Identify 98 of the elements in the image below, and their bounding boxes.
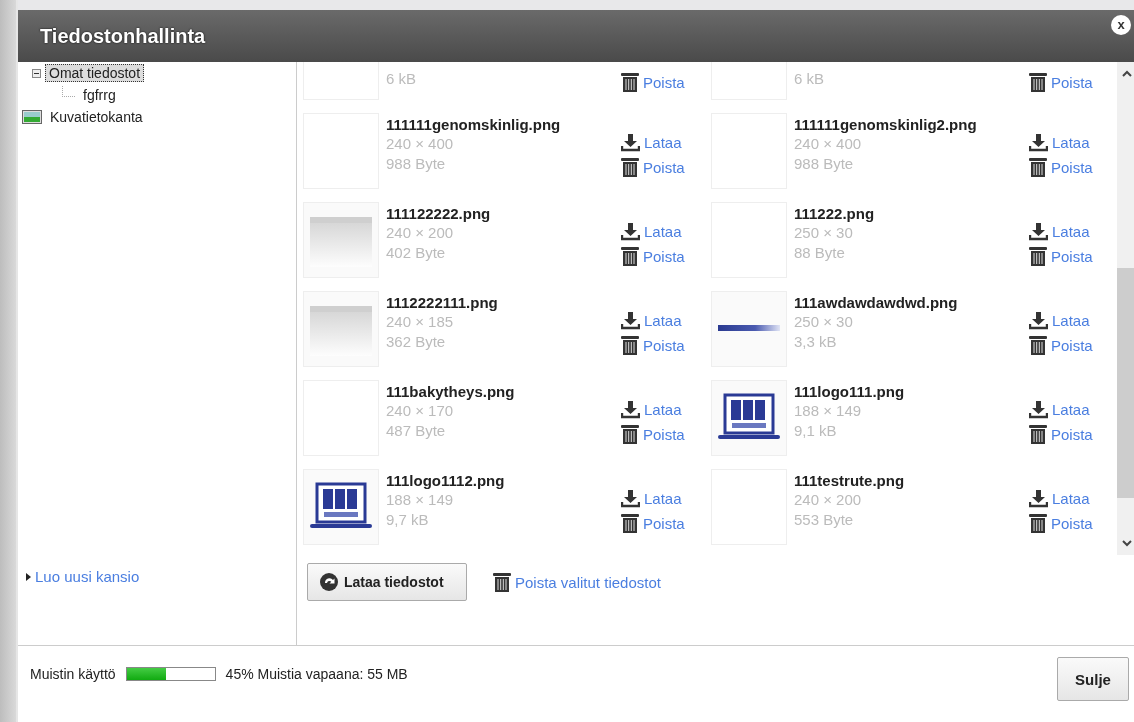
file-size: 6 kB: [386, 68, 417, 88]
download-icon: [621, 311, 640, 330]
file-size: 553 Byte: [794, 509, 855, 529]
thumbnail[interactable]: [303, 62, 379, 100]
download-link[interactable]: Lataa: [644, 401, 682, 418]
image-dimensions: 240 × 200: [794, 490, 863, 510]
image-dimensions: 240 × 170: [386, 401, 455, 421]
delete-selected-link[interactable]: Poista valitut tiedostot: [515, 573, 661, 591]
thumbnail[interactable]: [711, 62, 787, 100]
memory-reading: 45% Muistia vapaana: 55 MB: [225, 666, 408, 682]
file-size: 9,7 kB: [386, 509, 430, 529]
scrollbar[interactable]: [1117, 62, 1134, 555]
file-size: 402 Byte: [386, 242, 447, 262]
delete-link[interactable]: Poista: [643, 159, 685, 176]
download-link[interactable]: Lataa: [1052, 312, 1090, 329]
close-button[interactable]: x: [1111, 15, 1131, 35]
delete-link[interactable]: Poista: [1051, 159, 1093, 176]
trash-icon: [621, 72, 639, 92]
scroll-up-icon[interactable]: [1122, 70, 1132, 77]
delete-link[interactable]: Poista: [643, 426, 685, 443]
download-icon: [621, 400, 640, 419]
file-name: 111awdawdawdwd.png: [794, 293, 959, 312]
window-title: Tiedostonhallinta: [40, 24, 206, 48]
tree-item[interactable]: fgfrrg: [79, 86, 120, 104]
delete-link[interactable]: Poista: [1051, 337, 1093, 354]
delete-link[interactable]: Poista: [1051, 515, 1093, 532]
delete-link[interactable]: Poista: [1051, 426, 1093, 443]
trash-icon: [621, 425, 639, 444]
image-dimensions: 240 × 400: [794, 134, 863, 154]
trash-icon: [621, 336, 639, 355]
trash-icon: [621, 514, 639, 533]
tree-item[interactable]: Omat tiedostot: [45, 64, 145, 82]
download-icon: [621, 222, 640, 241]
refresh-icon: [320, 573, 338, 591]
trash-icon: [493, 572, 511, 592]
file-name: 111bakytheys.png: [386, 382, 516, 401]
file-size: 988 Byte: [386, 153, 447, 173]
file-size: 9,1 kB: [794, 420, 838, 440]
trash-icon: [1029, 425, 1047, 444]
file-name: 1112222111.png: [386, 293, 499, 312]
image-dimensions: 240 × 200: [386, 223, 455, 243]
download-link[interactable]: Lataa: [1052, 223, 1090, 240]
delete-link[interactable]: Poista: [1051, 248, 1093, 265]
tree-item[interactable]: Kuvatietokanta: [46, 108, 147, 126]
download-icon: [1029, 400, 1048, 419]
file-size: 88 Byte: [794, 242, 846, 262]
new-folder-link[interactable]: Luo uusi kansio: [35, 568, 140, 585]
trash-icon: [1029, 514, 1047, 533]
trash-icon: [621, 247, 639, 266]
download-icon: [1029, 311, 1048, 330]
download-icon: [1029, 489, 1048, 508]
download-link[interactable]: Lataa: [1052, 490, 1090, 507]
delete-link[interactable]: Poista: [643, 337, 685, 354]
image-dimensions: 188 × 149: [794, 401, 863, 421]
download-link[interactable]: Lataa: [1052, 134, 1090, 151]
image-dimensions: 250 × 30: [794, 312, 854, 332]
file-name: 111testrute.png: [794, 471, 906, 490]
download-link[interactable]: Lataa: [1052, 401, 1090, 418]
delete-link[interactable]: Poista: [643, 73, 685, 91]
scroll-down-icon[interactable]: [1122, 540, 1132, 547]
file-size: 362 Byte: [386, 331, 447, 351]
file-size: 3,3 kB: [794, 331, 838, 351]
image-dimensions: 240 × 400: [386, 134, 455, 154]
file-name: 111logo1112.png: [386, 471, 506, 490]
file-name: 111222.png: [794, 204, 876, 223]
collapse-icon[interactable]: [32, 68, 41, 78]
upload-button[interactable]: Lataa tiedostot: [307, 563, 467, 601]
image-dimensions: 188 × 149: [386, 490, 455, 510]
file-size: 988 Byte: [794, 153, 855, 173]
download-link[interactable]: Lataa: [644, 223, 682, 240]
download-icon: [621, 489, 640, 508]
download-icon: [621, 133, 640, 152]
image-dimensions: 250 × 30: [794, 223, 854, 243]
trash-icon: [1029, 72, 1047, 92]
download-icon: [1029, 222, 1048, 241]
download-link[interactable]: Lataa: [644, 312, 682, 329]
download-link[interactable]: Lataa: [644, 134, 682, 151]
file-name: 111logo111.png: [794, 382, 906, 401]
download-icon: [1029, 133, 1048, 152]
file-name: 111111genomskinlig.png: [386, 115, 562, 134]
memory-label: Muistin käyttö: [30, 666, 116, 682]
download-link[interactable]: Lataa: [644, 490, 682, 507]
image-dimensions: 240 × 185: [386, 312, 455, 332]
trash-icon: [621, 158, 639, 177]
file-size: 487 Byte: [386, 420, 447, 440]
close-button[interactable]: Sulje: [1057, 657, 1129, 701]
file-name: 111122222.png: [386, 204, 492, 223]
trash-icon: [1029, 247, 1047, 266]
scrollbar-thumb[interactable]: [1117, 268, 1134, 498]
file-name: 111111genomskinlig2.png: [794, 115, 978, 134]
delete-link[interactable]: Poista: [1051, 73, 1093, 91]
delete-link[interactable]: Poista: [643, 515, 685, 532]
trash-icon: [1029, 336, 1047, 355]
image-icon: [22, 110, 42, 124]
delete-link[interactable]: Poista: [643, 248, 685, 265]
caret-icon: [26, 572, 31, 581]
file-size: 6 kB: [794, 68, 825, 88]
trash-icon: [1029, 158, 1047, 177]
